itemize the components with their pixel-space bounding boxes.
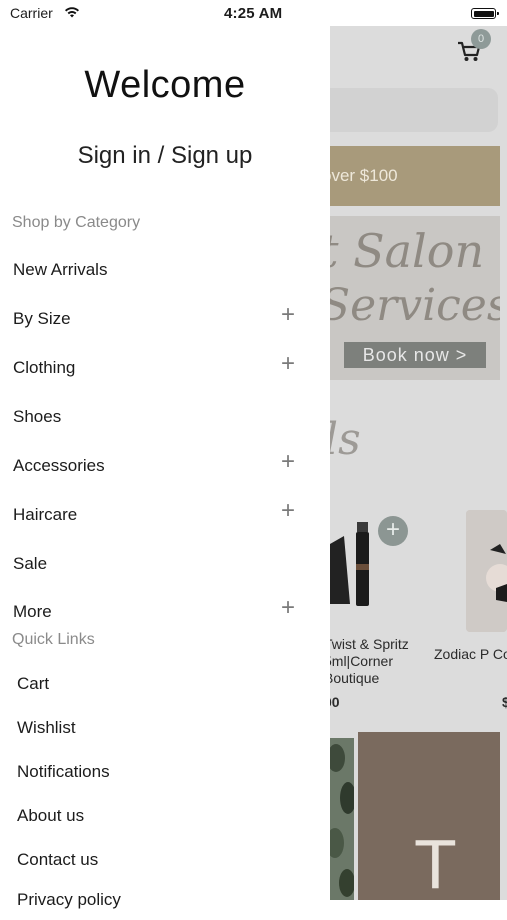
quick-links-heading: Quick Links — [12, 631, 95, 648]
status-bar: Carrier 4:25 AM — [0, 0, 507, 28]
quick-link-wishlist[interactable]: Wishlist — [0, 708, 330, 748]
menu-item-new-arrivals[interactable]: New Arrivals — [0, 248, 330, 292]
background-app[interactable]: 0 over $100 t Salon Services Book now > … — [330, 26, 507, 900]
menu-item-sale[interactable]: Sale — [0, 542, 330, 586]
expand-plus-icon[interactable]: + — [278, 303, 298, 327]
menu-item-label: Haircare — [13, 505, 78, 524]
expand-plus-icon[interactable]: + — [278, 450, 298, 474]
quick-link-contact-us[interactable]: Contact us — [0, 840, 330, 880]
side-drawer: Welcome Sign in / Sign up Shop by Catego… — [0, 28, 330, 909]
add-to-cart-button[interactable]: + — [378, 516, 408, 546]
quick-link-about-us[interactable]: About us — [0, 796, 330, 836]
menu-item-label: More — [13, 602, 52, 621]
quick-link-cart[interactable]: Cart — [0, 664, 330, 704]
menu-item-label: By Size — [13, 309, 71, 328]
menu-item-label: Sale — [13, 554, 48, 573]
quick-link-label: Privacy policy — [17, 890, 121, 909]
menu-item-shoes[interactable]: Shoes — [0, 395, 330, 439]
menu-item-clothing[interactable]: Clothing + — [0, 346, 330, 390]
quick-link-label: Notifications — [17, 762, 110, 781]
expand-plus-icon[interactable]: + — [278, 499, 298, 523]
salon-services-banner[interactable]: t Salon Services Book now > — [330, 216, 500, 380]
promo-text: over $100 — [330, 166, 398, 185]
welcome-heading: Welcome — [84, 64, 246, 106]
book-now-button[interactable]: Book now > — [344, 342, 486, 368]
carrier-label: Carrier — [10, 5, 53, 21]
quick-link-label: About us — [17, 806, 85, 825]
menu-item-by-size[interactable]: By Size + — [0, 297, 330, 341]
quick-link-label: Cart — [17, 674, 50, 693]
product1-name[interactable]: Twist & Spritz 5ml|Corner Boutique — [330, 636, 424, 687]
battery-icon — [471, 8, 499, 19]
quick-link-notifications[interactable]: Notifications — [0, 752, 330, 792]
product2-name[interactable]: Zodiac P Corner Sto — [434, 646, 507, 663]
menu-item-more[interactable]: More + — [0, 590, 330, 634]
shop-by-category-heading: Shop by Category — [12, 214, 141, 231]
expand-plus-icon[interactable]: + — [278, 352, 298, 376]
search-bar[interactable] — [330, 88, 498, 132]
quick-link-label: Contact us — [17, 850, 99, 869]
salon-banner-line2: Services — [330, 280, 500, 331]
brand-banner-letter: T — [414, 825, 457, 900]
quick-link-privacy-policy[interactable]: Privacy policy — [0, 880, 330, 920]
foliage-image — [330, 738, 354, 900]
salon-banner-line1: t Salon — [330, 224, 485, 278]
brand-banner[interactable]: T — [358, 732, 500, 900]
menu-item-haircare[interactable]: Haircare + — [0, 493, 330, 537]
menu-item-accessories[interactable]: Accessories + — [0, 444, 330, 488]
product-image-zodiac[interactable] — [466, 510, 507, 632]
signin-link[interactable]: Sign in / Sign up — [0, 142, 330, 170]
product2-price: $ — [502, 694, 507, 710]
product-image-spray[interactable] — [330, 514, 375, 609]
wifi-icon — [65, 7, 79, 18]
promo-banner[interactable]: over $100 — [330, 146, 500, 206]
menu-item-label: Accessories — [13, 456, 105, 475]
menu-item-label: New Arrivals — [13, 260, 108, 279]
quick-link-label: Wishlist — [17, 718, 76, 737]
menu-item-label: Clothing — [13, 358, 76, 377]
section-script-heading: ls — [330, 414, 361, 465]
cart-count-badge: 0 — [471, 29, 491, 49]
product1-price: 00 — [330, 694, 340, 710]
menu-item-label: Shoes — [13, 407, 62, 426]
clock: 4:25 AM — [224, 5, 283, 22]
expand-plus-icon[interactable]: + — [278, 596, 298, 620]
